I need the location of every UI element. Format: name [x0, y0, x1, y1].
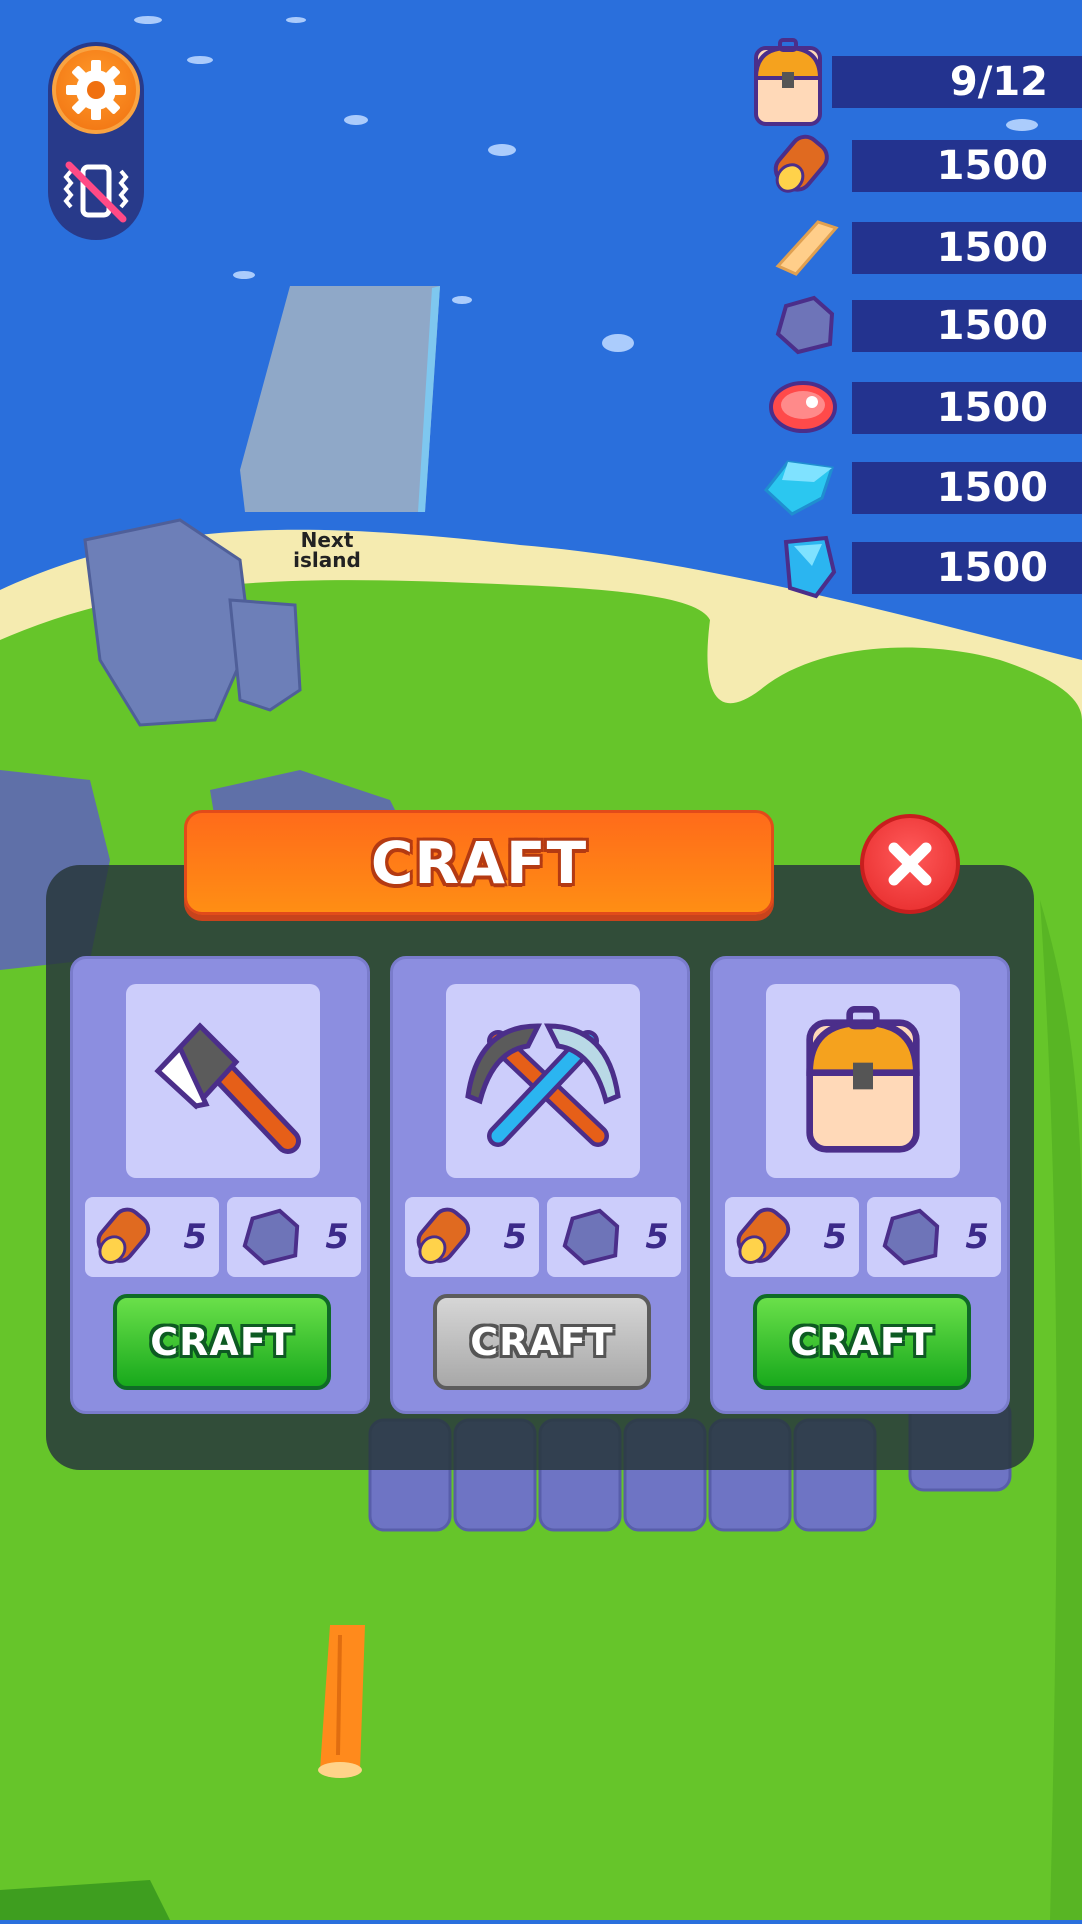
- cost-log: 5: [85, 1197, 219, 1277]
- craft-button-label: CRAFT: [150, 1320, 294, 1364]
- backpack-icon: [753, 38, 823, 126]
- resource-amount: 1500: [936, 545, 1048, 591]
- resource-plank: 1500: [775, 220, 1082, 276]
- cost-amount: 5: [183, 1217, 207, 1257]
- plank-icon: [775, 220, 839, 276]
- craft-card-backpack: 5 5 CRAFT: [710, 956, 1010, 1414]
- stone-icon: [242, 1208, 300, 1266]
- cost-amount: 5: [645, 1217, 669, 1257]
- craft-axe-button[interactable]: CRAFT: [113, 1294, 331, 1390]
- craft-modal-title-bar: CRAFT: [184, 810, 774, 915]
- item-preview: [126, 984, 320, 1178]
- backpack-capacity: 9/12: [752, 38, 1082, 126]
- backpack-icon: [806, 1006, 920, 1153]
- resource-amount: 1500: [936, 225, 1048, 271]
- vibration-toggle[interactable]: [56, 152, 136, 232]
- resource-amount: 1500: [936, 465, 1048, 511]
- resource-stone: 1500: [775, 295, 1082, 355]
- vibration-off-icon: [63, 161, 129, 223]
- gem-icon: [783, 535, 837, 599]
- craft-backpack-button[interactable]: CRAFT: [753, 1294, 971, 1390]
- stone-icon: [562, 1208, 620, 1266]
- cost-amount: 5: [823, 1217, 847, 1257]
- craft-button-label: CRAFT: [470, 1320, 614, 1364]
- stone-icon: [882, 1208, 940, 1266]
- resource-gem: 1500: [783, 535, 1082, 599]
- cost-stone: 5: [547, 1197, 681, 1277]
- log-icon: [736, 1207, 791, 1264]
- cost-log: 5: [725, 1197, 859, 1277]
- next-island-label: Next island: [293, 528, 361, 572]
- cost-stone: 5: [867, 1197, 1001, 1277]
- cost-stone: 5: [227, 1197, 361, 1277]
- craft-card-pickaxe: 5 5 CRAFT: [390, 956, 690, 1414]
- modal-title: CRAFT: [370, 828, 588, 897]
- resource-amount: 1500: [936, 303, 1048, 349]
- settings-button[interactable]: [52, 46, 140, 134]
- pickaxe-icon: [465, 1023, 621, 1147]
- item-preview: [766, 984, 960, 1178]
- resource-amount: 1500: [936, 385, 1048, 431]
- craft-pickaxe-button-disabled[interactable]: CRAFT: [433, 1294, 651, 1390]
- cost-amount: 5: [325, 1217, 349, 1257]
- close-button[interactable]: [860, 814, 960, 914]
- close-icon: [888, 842, 932, 886]
- meat-icon: [769, 381, 837, 433]
- resource-log: 1500: [773, 134, 1082, 193]
- item-preview: [446, 984, 640, 1178]
- resource-crystal: 1500: [763, 460, 1082, 516]
- gear-icon: [66, 60, 126, 120]
- capacity-value: 9/12: [949, 59, 1048, 105]
- axe-icon: [154, 1022, 301, 1154]
- settings-panel: [48, 42, 144, 240]
- craft-button-label: CRAFT: [790, 1320, 934, 1364]
- cost-amount: 5: [965, 1217, 989, 1257]
- resource-meat: 1500: [769, 381, 1082, 434]
- log-icon: [416, 1207, 471, 1264]
- crystal-icon: [763, 460, 834, 516]
- cost-amount: 5: [503, 1217, 527, 1257]
- craft-card-axe: 5 5 CRAFT: [70, 956, 370, 1414]
- stone-icon: [775, 295, 835, 355]
- resource-amount: 1500: [936, 143, 1048, 189]
- log-icon: [773, 134, 829, 193]
- cost-log: 5: [405, 1197, 539, 1277]
- log-icon: [96, 1207, 151, 1264]
